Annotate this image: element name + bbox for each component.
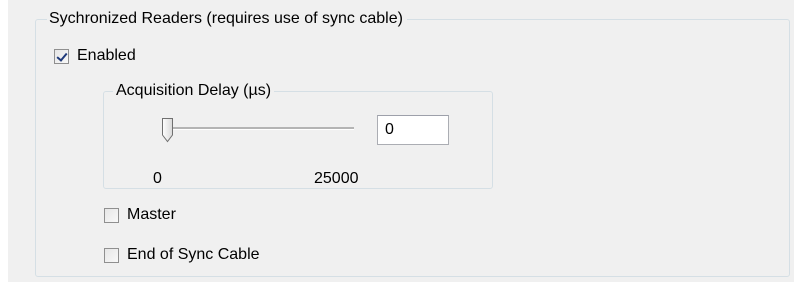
master-checkbox-row[interactable]: Master bbox=[104, 204, 176, 226]
master-label: Master bbox=[127, 206, 176, 223]
enabled-checkbox-row[interactable]: Enabled bbox=[54, 45, 136, 67]
end-of-sync-cable-label: End of Sync Cable bbox=[127, 246, 260, 263]
end-of-sync-cable-checkbox[interactable] bbox=[104, 247, 119, 263]
acquisition-delay-title: Acquisition Delay (µs) bbox=[113, 80, 275, 102]
end-of-sync-cable-checkbox-row[interactable]: End of Sync Cable bbox=[104, 244, 260, 266]
acquisition-delay-slider-track[interactable] bbox=[164, 127, 354, 130]
acquisition-delay-slider-thumb[interactable] bbox=[161, 117, 174, 143]
sync-readers-group-title: Sychronized Readers (requires use of syn… bbox=[47, 7, 407, 31]
slider-max-label: 25000 bbox=[314, 170, 359, 187]
acquisition-delay-input[interactable] bbox=[377, 115, 449, 145]
slider-min-label: 0 bbox=[153, 170, 162, 187]
enabled-label: Enabled bbox=[77, 47, 136, 64]
enabled-checkbox[interactable] bbox=[54, 48, 69, 64]
master-checkbox[interactable] bbox=[104, 207, 119, 223]
